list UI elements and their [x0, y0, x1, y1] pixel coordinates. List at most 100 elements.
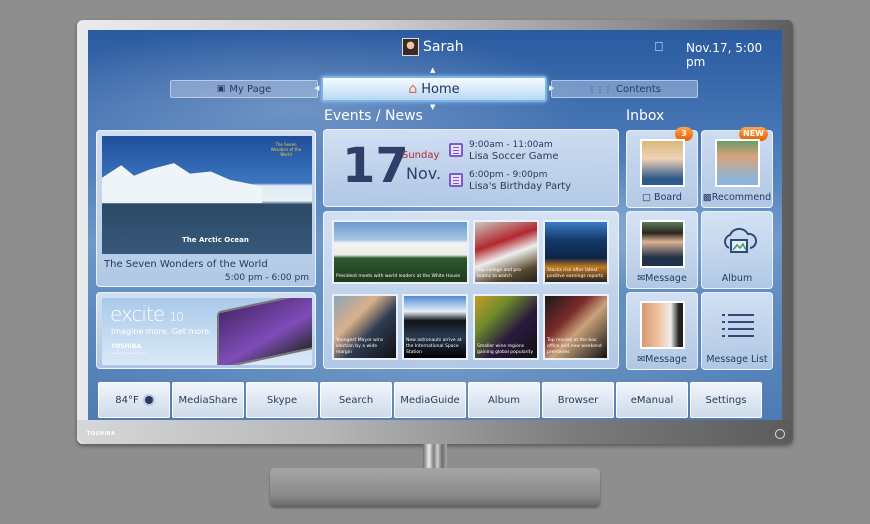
calendar-weekday: Sunday [402, 150, 440, 161]
news-caption: President meets with world leaders at th… [336, 274, 461, 279]
inbox-label: □ Board [627, 192, 697, 203]
contact-photo [715, 139, 760, 187]
inbox-message[interactable]: ✉Message [626, 211, 698, 289]
event-name: Lisa Soccer Game [469, 151, 559, 162]
grid-icon: ⋮⋮⋮ [588, 84, 612, 94]
weather-icon [144, 396, 153, 404]
profile-card-icon: ▣ [216, 84, 226, 94]
featured-program-card[interactable]: The Seven Wonders of the World The Arcti… [96, 130, 316, 287]
skype-button[interactable]: Skype [246, 382, 318, 418]
label-text: Recommend [711, 192, 772, 203]
news-caption: Stocks rise after latest positive earnin… [547, 268, 604, 279]
inbox-label: ▩Recommend [702, 192, 772, 203]
event-time: 9:00am - 11:00am [469, 140, 553, 150]
tab-label: Contents [616, 83, 661, 95]
inbox-message[interactable]: ✉Message [626, 292, 698, 370]
news-item[interactable]: Top movies at the box office and new wee… [543, 294, 609, 360]
inbox-label: Message List [706, 354, 768, 365]
inbox-album[interactable]: Album [701, 211, 773, 289]
news-caption: Top college and pro teams to watch [477, 268, 521, 279]
news-caption: New astronauts arrive at the Internation… [406, 338, 462, 355]
ad-product-name: excite 10 [110, 302, 184, 326]
inbox-board[interactable]: 3 □ Board [626, 127, 698, 208]
program-time: 5:00 pm - 6:00 pm [224, 273, 309, 283]
user-profile[interactable]: Sarah [402, 38, 464, 56]
envelope-icon: ✉ [637, 354, 646, 365]
ad-brand: TOSHIBA [111, 343, 141, 350]
mediaguide-button[interactable]: MediaGuide [394, 382, 466, 418]
news-caption: Top movies at the box office and new wee… [547, 338, 602, 355]
cloud-photo-icon [724, 227, 757, 253]
mediashare-button[interactable]: MediaShare [172, 382, 244, 418]
user-name: Sarah [423, 39, 464, 55]
news-item[interactable]: Top college and pro teams to watch [473, 220, 539, 284]
search-button[interactable]: Search [320, 382, 392, 418]
video-icon: ▩ [702, 192, 712, 203]
inbox-message-list[interactable]: Message List [701, 292, 773, 370]
inbox-label: ✉Message [627, 354, 697, 365]
inbox-label: ✉Message [627, 273, 697, 284]
event-list-icon [449, 173, 463, 187]
tablet-image [217, 298, 312, 365]
tab-contents[interactable]: ⋮⋮⋮ Contents [551, 80, 698, 98]
contact-photo [640, 139, 685, 187]
calendar-month: Nov. [406, 164, 442, 183]
news-caption: Smaller wine regions gaining global popu… [477, 344, 534, 355]
app-launcher-bar: 84°F MediaShare Skype Search MediaGuide … [88, 382, 782, 420]
ad-tagline: Imagine more. Get more. [111, 327, 212, 336]
news-caption: Youngest Mayor wins election by a wide m… [336, 338, 384, 355]
news-item[interactable]: Smaller wine regions gaining global popu… [473, 294, 539, 360]
news-item[interactable]: President meets with world leaders at th… [332, 220, 469, 284]
thumbnail-caption: The Arctic Ocean [182, 236, 249, 244]
calendar-card[interactable]: 17 Sunday Nov. 9:00am - 11:00am Lisa Soc… [323, 129, 619, 207]
tv-brand-logo: TOSHIBA [87, 431, 116, 437]
tv-bottom-bezel: TOSHIBA [77, 420, 793, 444]
ad-subtitle: Leading Innovation >>> [111, 351, 149, 355]
news-item[interactable]: New astronauts arrive at the Internation… [402, 294, 468, 360]
envelope-icon: ✉ [637, 273, 646, 284]
inbox-recommend[interactable]: NEW ▩Recommend [701, 127, 773, 208]
news-panel: President meets with world leaders at th… [323, 211, 619, 369]
program-thumbnail: The Seven Wonders of the World The Arcti… [102, 136, 312, 254]
event-time: 6:00pm - 9:00pm [469, 170, 548, 180]
event-name: Lisa's Birthday Party [469, 181, 572, 192]
calendar-event[interactable]: 6:00pm - 9:00pm Lisa's Birthday Party [449, 170, 571, 193]
news-item[interactable]: Youngest Mayor wins election by a wide m… [332, 294, 398, 360]
browser-button[interactable]: Browser [542, 382, 614, 418]
event-list-icon [449, 143, 463, 157]
iceberg-image [102, 163, 262, 203]
tab-label: My Page [229, 83, 272, 95]
weather-button[interactable]: 84°F [98, 382, 170, 418]
list-icon [722, 314, 754, 337]
emanual-button[interactable]: eManual [616, 382, 688, 418]
calendar-event[interactable]: 9:00am - 11:00am Lisa Soccer Game [449, 140, 559, 163]
calendar-day: 17 [342, 138, 409, 194]
inbox-title: Inbox [626, 108, 665, 124]
power-icon[interactable] [775, 429, 785, 439]
label-text: Message [645, 273, 687, 284]
label-text: Board [654, 192, 682, 203]
events-news-title: Events / News [324, 108, 423, 124]
program-logo: The Seven Wonders of the World [270, 142, 302, 157]
tab-my-page[interactable]: ▣ My Page [170, 80, 318, 98]
tv-screen: Sarah ⎕ Nov.17, 5:00 pm ▲ ▼ ◀ ▶ ▣ My Pag… [88, 30, 782, 420]
house-icon: ⌂ [408, 81, 418, 97]
contact-photo [640, 220, 685, 268]
tab-label: Home [421, 81, 460, 97]
product-model: 10 [169, 310, 184, 324]
nav-down-arrow-icon[interactable]: ▼ [430, 103, 435, 111]
temperature: 84°F [115, 394, 139, 406]
speech-bubble-icon: □ [642, 192, 652, 203]
label-text: Message [645, 354, 687, 365]
network-icon: ⎕ [655, 40, 663, 55]
contact-photo [640, 301, 685, 349]
tv-stand-base [270, 468, 600, 506]
news-item[interactable]: Stocks rise after latest positive earnin… [543, 220, 609, 284]
ad-banner[interactable]: excite 10 Imagine more. Get more. TOSHIB… [96, 292, 316, 369]
tab-home[interactable]: ⌂ Home [321, 76, 547, 102]
avatar [402, 38, 419, 56]
album-button[interactable]: Album [468, 382, 540, 418]
date-time: Nov.17, 5:00 pm [686, 41, 763, 69]
nav-up-arrow-icon[interactable]: ▲ [430, 66, 435, 74]
settings-button[interactable]: Settings [690, 382, 762, 418]
